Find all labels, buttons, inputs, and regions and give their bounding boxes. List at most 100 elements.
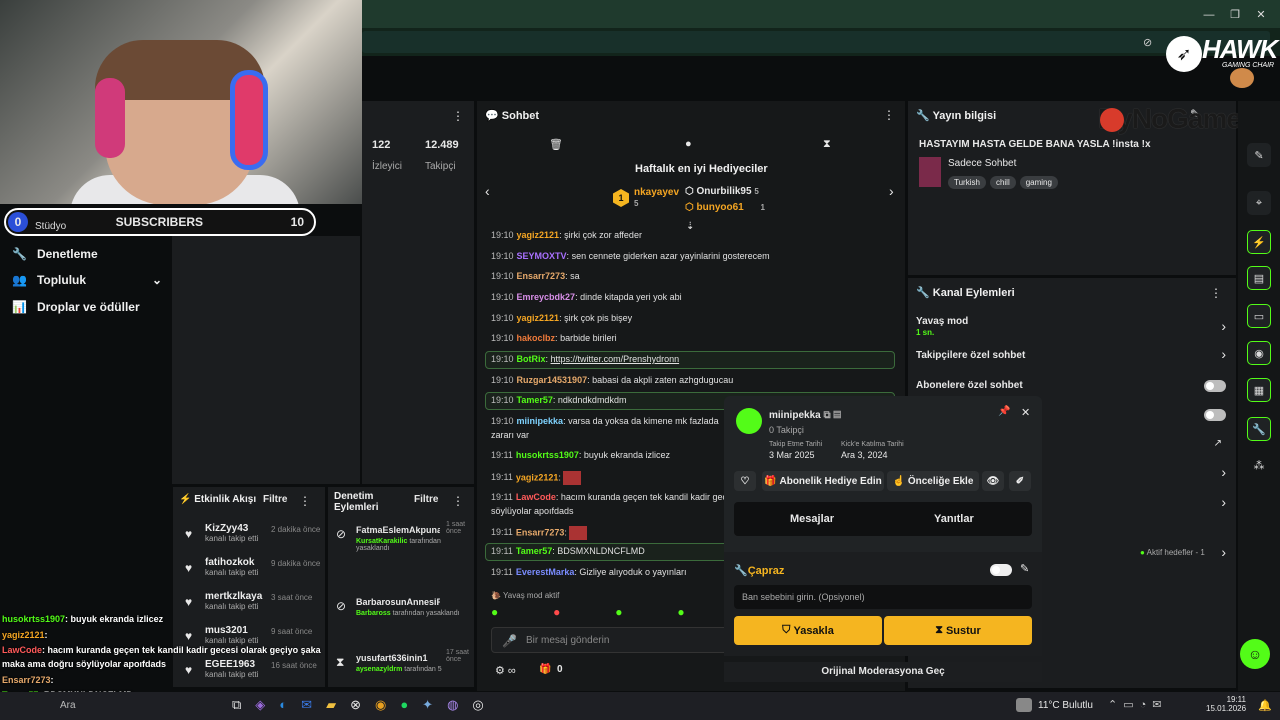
spotify-icon[interactable]: ●: [400, 697, 408, 713]
folder-icon[interactable]: ▰: [326, 697, 336, 713]
support-icon[interactable]: ☺: [1240, 639, 1270, 669]
event-filter-button[interactable]: Filtre: [263, 494, 287, 505]
eye-off-icon[interactable]: ⊘: [1143, 36, 1152, 49]
window-controls[interactable]: — ❐ ✕: [1196, 7, 1274, 21]
notification-icon[interactable]: 🔔: [1258, 699, 1272, 712]
close-icon[interactable]: ✕: [1021, 406, 1030, 419]
chat-message[interactable]: 19:11 Ensarr7273:: [491, 526, 588, 540]
chat-message[interactable]: 19:10 miinipekka: varsa da yoksa da kimen…: [491, 416, 719, 426]
more-icon[interactable]: ⋮: [883, 108, 895, 122]
slow-mode-item[interactable]: Yavaş mod 1 sn.: [916, 316, 968, 338]
add-priority-button[interactable]: ☝ Önceliğe Ekle: [887, 471, 979, 491]
document-icon[interactable]: ▤: [1247, 266, 1271, 290]
emote-icon[interactable]: ●: [677, 605, 684, 621]
section-toggle[interactable]: [990, 564, 1012, 576]
chat-message[interactable]: 19:10 yagiz2121: şirk çok pis bişey: [491, 313, 632, 323]
address-bar[interactable]: [362, 31, 1270, 53]
shapes-icon[interactable]: ⁂: [1247, 453, 1271, 477]
chat-message[interactable]: 19:10 Ruzgar14531907: babasi da akpli zat…: [491, 375, 733, 385]
task-view-icon[interactable]: ⧉: [232, 697, 241, 713]
hourglass-icon[interactable]: ⧗: [823, 138, 831, 151]
emote-icon[interactable]: ●: [553, 605, 560, 621]
ban-button[interactable]: ⛉ Yasakla: [734, 616, 882, 645]
layout-icon[interactable]: ▦: [1247, 378, 1271, 402]
emote-icon[interactable]: ●: [615, 605, 622, 621]
timeout-button[interactable]: ⧗ Sustur: [884, 616, 1032, 645]
close-window-icon[interactable]: ✕: [1248, 8, 1274, 21]
chat-message[interactable]: 19:10 BotRix: https://twitter.com/Prenshy…: [491, 354, 679, 364]
sub-chat-item[interactable]: Abonelere özel sohbet: [916, 380, 1023, 391]
external-link-icon[interactable]: ↗: [1214, 438, 1222, 449]
taskbar-search[interactable]: Ara: [60, 700, 76, 711]
chevron-right-icon[interactable]: ›: [1221, 544, 1226, 560]
sub-chat-toggle[interactable]: [1204, 380, 1226, 392]
more-icon[interactable]: ⋮: [452, 494, 464, 508]
chevron-right-icon[interactable]: ›: [889, 183, 894, 199]
chat-message[interactable]: 19:10 hakoclbz: barbide birileri: [491, 333, 617, 343]
chevron-left-icon[interactable]: ‹: [485, 183, 490, 199]
chat-message[interactable]: 19:11 EverestMarka: Gizliye alıyoduk o ya…: [491, 567, 686, 577]
chevron-right-icon[interactable]: ›: [1221, 318, 1226, 334]
tag[interactable]: Turkish: [948, 176, 986, 189]
trash-icon[interactable]: 🗑: [549, 138, 563, 151]
chat-message[interactable]: 19:10 Tamer57: ndkdndkdmdkdm: [491, 395, 626, 405]
toggle[interactable]: [1204, 409, 1226, 421]
tag[interactable]: gaming: [1019, 176, 1058, 189]
avatar[interactable]: [1230, 68, 1254, 88]
brush-icon[interactable]: ✐: [1009, 471, 1031, 491]
chat-message[interactable]: 19:11 yagiz2121:: [491, 471, 582, 485]
gift-sub-button[interactable]: 🎁 Abonelik Hediye Edin: [762, 471, 884, 491]
follower-chat-item[interactable]: Takipçilere özel sohbet: [916, 350, 1025, 361]
chat-message[interactable]: 19:10 Emreycbdk27: dinde kitapda yeri yok…: [491, 292, 682, 302]
lightning-icon[interactable]: ⚡: [1247, 230, 1271, 254]
minimize-icon[interactable]: —: [1196, 9, 1222, 21]
chat-message[interactable]: söylüyolar apoıfdads: [491, 506, 574, 516]
obs-icon[interactable]: ◎: [472, 697, 483, 713]
app-icon[interactable]: ✦: [422, 697, 433, 713]
pencil-icon[interactable]: ✎: [1247, 143, 1271, 167]
pin-icon[interactable]: 📌: [998, 406, 1010, 417]
active-goals[interactable]: ● Aktif hedefler - 1: [1140, 548, 1205, 557]
chat-message[interactable]: 19:10 yagiz2121: şirki çok zor affeder: [491, 230, 642, 240]
settings-icon[interactable]: ⚙ ∞: [495, 664, 516, 677]
chat-message[interactable]: zararı var: [491, 430, 529, 440]
gift-counter[interactable]: 🎁 0: [539, 664, 563, 675]
emote-icon[interactable]: ●: [491, 605, 498, 621]
chat-message[interactable]: 19:10 SEYMOXTV: sen cennete giderken azar…: [491, 251, 770, 261]
tray-icons[interactable]: ⌃▭◔✉: [1108, 698, 1167, 711]
chevron-right-icon[interactable]: ›: [1221, 494, 1226, 510]
more-icon[interactable]: ⋮: [1210, 286, 1222, 300]
tab-messages[interactable]: Mesajlar: [790, 513, 834, 525]
heart-icon[interactable]: ♡: [734, 471, 756, 491]
ban-reason-input[interactable]: Ban sebebini girin. (Opsiyonel): [734, 585, 1032, 609]
broadcast-icon[interactable]: ◉: [1247, 341, 1271, 365]
mod-filter-button[interactable]: Filtre: [414, 494, 438, 505]
chevron-right-icon[interactable]: ›: [1221, 346, 1226, 362]
eye-icon[interactable]: 👁: [982, 471, 1004, 491]
nav-item-drops[interactable]: 📊 Droplar ve ödüller: [12, 300, 140, 314]
tab-replies[interactable]: Yanıtlar: [934, 513, 974, 525]
chat-icon[interactable]: ▭: [1247, 304, 1271, 328]
discord-icon[interactable]: ◍: [447, 697, 458, 713]
clock[interactable]: 19:11 15.01.2026: [1206, 695, 1246, 713]
maximize-icon[interactable]: ❐: [1222, 8, 1248, 21]
chat-message[interactable]: 19:10 Ensarr7273: sa: [491, 271, 580, 281]
mail-icon[interactable]: ✉: [301, 697, 312, 713]
focus-icon[interactable]: ⌖: [1247, 191, 1271, 215]
mic-icon[interactable]: 🎤: [502, 634, 517, 648]
chevron-right-icon[interactable]: ›: [1221, 464, 1226, 480]
wrench-icon[interactable]: 🔧: [1247, 417, 1271, 441]
copilot-icon[interactable]: ◈: [255, 697, 265, 713]
more-icon[interactable]: ⋮: [299, 494, 311, 508]
chrome-icon[interactable]: ◉: [375, 697, 386, 713]
more-icon[interactable]: ⋮: [452, 109, 464, 123]
nav-item-community[interactable]: 👥 Topluluk ⌄: [12, 273, 162, 287]
original-mod-button[interactable]: Orijinal Moderasyona Geç: [724, 662, 1042, 682]
category[interactable]: Sadece Sohbet: [948, 158, 1016, 169]
pencil-icon[interactable]: ✎: [1020, 562, 1029, 575]
scroll-down-icon[interactable]: ⇣: [686, 221, 694, 232]
chat-bubble-icon[interactable]: ●: [685, 138, 692, 150]
edge-icon[interactable]: ◐: [279, 697, 287, 713]
nav-item-moderation[interactable]: 🔧 Denetleme: [12, 247, 98, 261]
tag[interactable]: chill: [989, 176, 1016, 189]
